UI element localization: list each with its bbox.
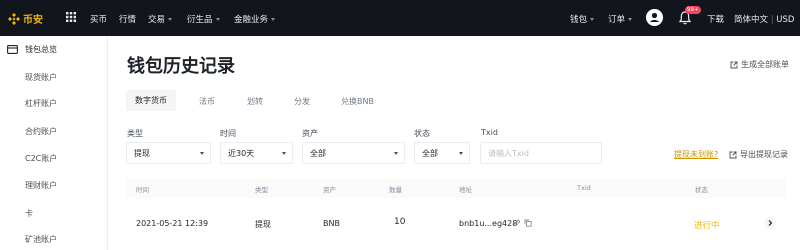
chevron-down-icon <box>282 152 286 155</box>
nav-buy-crypto[interactable]: 买币 <box>90 13 107 25</box>
nav-wallet-label: 钱包 <box>570 15 588 25</box>
chevron-down-icon <box>394 152 398 155</box>
chevron-down-icon <box>215 18 220 21</box>
sidebar-item-spot[interactable]: 现货账户 <box>25 72 57 83</box>
status-select[interactable]: 全部 <box>414 142 470 164</box>
time-select-value: 近30天 <box>228 149 255 158</box>
chevron-right-icon[interactable] <box>764 217 776 229</box>
type-filter-label: 类型 <box>127 129 143 138</box>
brand-name: 币安 <box>23 15 43 26</box>
export-withdrawal-label: 导出提现记录 <box>740 150 788 159</box>
tab-transfer[interactable]: 划转 <box>247 96 263 107</box>
status-filter-label: 状态 <box>414 129 430 138</box>
nav-orders-label: 订单 <box>608 15 626 25</box>
nav-wallet[interactable]: 钱包 <box>570 13 595 25</box>
row-asset: BNB <box>323 219 340 228</box>
language-currency-selector[interactable]: 简体中文 | USD <box>734 13 794 25</box>
nav-download[interactable]: 下载 <box>707 13 724 25</box>
sidebar-item-margin[interactable]: 杠杆账户 <box>25 98 57 109</box>
nav-derivatives[interactable]: 衍生品 <box>187 13 220 25</box>
asset-select[interactable]: 全部 <box>302 142 405 164</box>
withdrawal-not-arrived-link[interactable]: 提现未到账? <box>674 149 718 160</box>
column-header-address: 地址 <box>459 186 472 194</box>
user-avatar-icon[interactable] <box>646 9 663 26</box>
column-header-status: 状态 <box>695 186 708 194</box>
time-filter-label: 时间 <box>220 129 236 138</box>
txid-search-input[interactable] <box>480 142 602 164</box>
binance-logo[interactable]: 币安 <box>8 11 43 26</box>
row-status: 进行中 <box>694 221 720 231</box>
app-grid-icon[interactable] <box>66 12 76 22</box>
export-withdrawal-link[interactable]: 导出提现记录 <box>729 149 788 160</box>
chevron-down-icon <box>590 18 595 21</box>
sidebar-item-earn[interactable]: 理财账户 <box>25 180 57 191</box>
external-link-icon <box>730 61 738 68</box>
time-select[interactable]: 近30天 <box>220 142 293 164</box>
row-time: 2021-05-21 12:39 <box>136 219 209 228</box>
status-select-value: 全部 <box>422 149 438 158</box>
row-type: 提现 <box>255 220 271 229</box>
chevron-down-icon <box>271 18 276 21</box>
column-header-time: 时间 <box>136 186 149 194</box>
nav-derivatives-label: 衍生品 <box>187 15 213 25</box>
notification-badge: 99+ <box>685 6 701 14</box>
column-header-quantity: 数量 <box>389 186 402 194</box>
tab-convert-bnb[interactable]: 兑换BNB <box>341 96 374 107</box>
chevron-down-icon <box>200 152 204 155</box>
sidebar-item-pool[interactable]: 矿池账户 <box>25 234 57 245</box>
column-header-txid: Txid <box>577 184 591 192</box>
sidebar-item-c2c[interactable]: C2C账户 <box>25 153 57 164</box>
nav-orders[interactable]: 订单 <box>608 13 633 25</box>
nav-finance-label: 金融业务 <box>234 15 269 25</box>
table-header <box>127 178 787 198</box>
asset-select-value: 全部 <box>310 149 326 158</box>
nav-finance[interactable]: 金融业务 <box>234 13 276 25</box>
tab-crypto[interactable]: 数字货币 <box>126 90 176 111</box>
chevron-down-icon <box>168 18 173 21</box>
language-label: 简体中文 <box>734 15 769 25</box>
wallet-icon <box>7 45 18 54</box>
type-select-value: 提现 <box>134 149 150 158</box>
currency-label: USD <box>776 15 795 25</box>
asset-filter-label: 资产 <box>302 129 318 138</box>
sidebar-item-futures[interactable]: 合约账户 <box>25 126 57 137</box>
sidebar-item-card[interactable]: 卡 <box>25 208 33 219</box>
page-title: 钱包历史记录 <box>127 56 235 77</box>
sidebar-item-overview[interactable]: 钱包总览 <box>25 44 57 55</box>
wallet-sidebar <box>0 36 108 250</box>
nav-markets[interactable]: 行情 <box>119 13 136 25</box>
generate-statement-label: 生成全部账单 <box>741 60 789 69</box>
generate-statement-link[interactable]: 生成全部账单 <box>730 59 789 70</box>
chevron-down-icon <box>628 18 633 21</box>
type-select[interactable]: 提现 <box>126 142 211 164</box>
binance-diamond-icon <box>8 12 20 25</box>
top-navigation-bar: 币安 买币 行情 交易 衍生品 金融业务 钱包 订单 99+ 下载 简体中文 |… <box>0 0 800 36</box>
row-address: bnb1u...eg428 <box>459 219 518 228</box>
tab-fiat[interactable]: 法币 <box>199 96 215 107</box>
copy-icon[interactable] <box>524 219 532 227</box>
nav-trade-label: 交易 <box>148 15 166 25</box>
divider: | <box>770 15 774 25</box>
row-quantity: 10 <box>394 217 406 227</box>
export-icon <box>729 151 737 158</box>
chevron-down-icon <box>459 152 463 155</box>
tab-distribution[interactable]: 分发 <box>294 96 310 107</box>
column-header-type: 类型 <box>255 186 268 194</box>
nav-trade[interactable]: 交易 <box>148 13 173 25</box>
column-header-asset: 资产 <box>323 186 336 194</box>
txid-filter-label: Txid <box>481 128 498 137</box>
link-icon[interactable] <box>513 219 521 227</box>
